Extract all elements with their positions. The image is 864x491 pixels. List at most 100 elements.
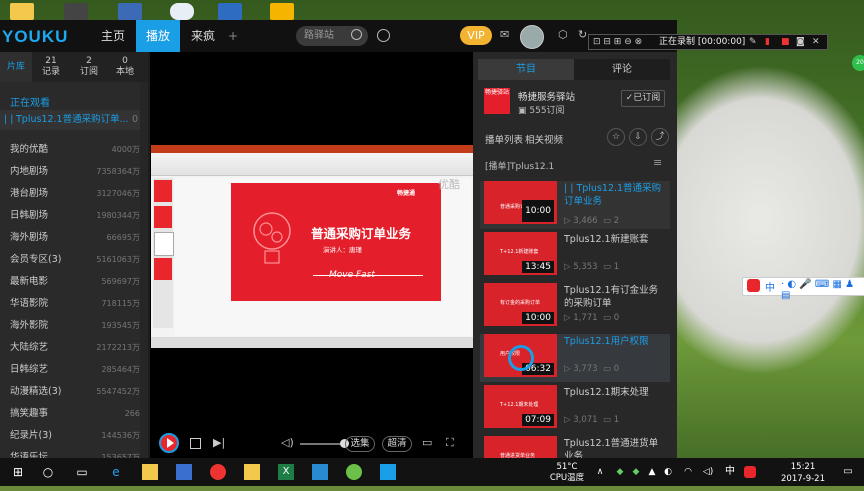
ime-indicator[interactable]: 中: [722, 464, 738, 480]
document-icon[interactable]: [270, 3, 294, 20]
sidebar-item[interactable]: 日韩综艺 285464万: [0, 359, 140, 381]
tab-history[interactable]: 21 记录: [34, 52, 68, 82]
next-button[interactable]: ▶|: [213, 437, 225, 448]
playlist-video-item[interactable]: T+12.1新建账套 13:45 Tplus12.1新建账套 ▷ 5,353 ▭ 1: [480, 232, 670, 280]
tab-library[interactable]: 片库: [0, 52, 32, 82]
tab-local[interactable]: 0 本地: [108, 52, 142, 82]
vip-button[interactable]: VIP: [460, 26, 492, 45]
channel-name[interactable]: 畅捷服务驿站: [518, 89, 575, 103]
ime-tools-icon[interactable]: · ◐ 🎤 ⌨ ▦ ♟ ▤: [781, 279, 864, 301]
clock-time[interactable]: 15:21: [786, 462, 820, 472]
ppt-canvas: 畅捷通 普通采购订单业务 演讲人：唐瑾 Move Fast: [175, 178, 471, 336]
task-view-icon[interactable]: ▭: [74, 464, 90, 480]
app-icon[interactable]: [64, 3, 88, 20]
tab-subscriptions[interactable]: 2 订阅: [72, 52, 106, 82]
mail-icon[interactable]: ✉: [500, 29, 512, 40]
tab-comments[interactable]: 评论: [574, 59, 670, 80]
nav-home[interactable]: 主页: [92, 20, 134, 52]
sidebar-item[interactable]: 大陆综艺 2172213万: [0, 337, 140, 359]
recorder-app-icon[interactable]: [210, 464, 226, 480]
video-player[interactable]: 畅捷通 普通采购订单业务 演讲人：唐瑾 Move Fast 优酷 ▶| ◁) 选…: [150, 52, 473, 458]
excel-icon[interactable]: X: [278, 464, 294, 480]
ime-toolbar[interactable]: 中 · ◐ 🎤 ⌨ ▦ ♟ ▤: [742, 277, 864, 301]
sidebar-item[interactable]: 我的优酷 4000万: [0, 139, 140, 161]
search-input[interactable]: 路驿站: [296, 26, 368, 46]
tab-related[interactable]: 相关视频: [525, 132, 563, 146]
pip-icon[interactable]: ▭: [422, 437, 432, 448]
sogou-icon[interactable]: [747, 279, 760, 292]
clock-date[interactable]: 2017-9-21: [776, 474, 830, 484]
favorite-icon[interactable]: ☆: [607, 128, 625, 146]
search-icon[interactable]: [351, 29, 362, 40]
playlist-menu-icon[interactable]: ≡: [653, 156, 662, 169]
stop-icon[interactable]: ■: [781, 35, 790, 49]
nav-play[interactable]: 播放: [136, 20, 180, 52]
channel-logo[interactable]: 畅捷驿站: [484, 88, 510, 114]
sidebar-item[interactable]: 会员专区(3) 5161063万: [0, 249, 140, 271]
sidebar-scrollbar[interactable]: [140, 82, 148, 458]
share-icon[interactable]: ⤴: [651, 128, 669, 146]
taskbar-app-icon[interactable]: [312, 464, 328, 480]
pen-icon[interactable]: ✎: [749, 35, 757, 49]
tray-app-icon[interactable]: ◆: [612, 464, 628, 480]
sidebar-item[interactable]: 海外影院 193545万: [0, 315, 140, 337]
sidebar-item[interactable]: 纪录片(3) 144536万: [0, 425, 140, 447]
sidebar-item[interactable]: 动漫精选(3) 5547452万: [0, 381, 140, 403]
sidebar-item[interactable]: 最新电影 569697万: [0, 271, 140, 293]
tray-app-icon[interactable]: ◆: [628, 464, 644, 480]
app-icon[interactable]: [118, 3, 142, 20]
volume-tray-icon[interactable]: ◁): [700, 464, 716, 480]
tray-app-icon[interactable]: ◐: [660, 464, 676, 480]
tab-playlist[interactable]: 播单列表: [485, 132, 523, 146]
youku-taskbar-icon[interactable]: [380, 464, 396, 480]
taskbar-app-icon[interactable]: [142, 464, 158, 480]
camera-icon[interactable]: ◙: [796, 35, 805, 49]
playlist-video-item[interactable]: 有订金的采购订单 10:00 Tplus12.1有订金业务的采购订单 ▷ 1,771 …: [480, 283, 670, 331]
explorer-icon[interactable]: [244, 464, 260, 480]
cloud-icon[interactable]: [170, 3, 194, 20]
sidebar-item[interactable]: 华语影院 718115万: [0, 293, 140, 315]
nav-laifeng[interactable]: 来疯: [182, 20, 224, 52]
ime-mode[interactable]: 中: [765, 279, 775, 294]
tray-app-icon[interactable]: ▲: [644, 464, 660, 480]
stop-button[interactable]: [190, 438, 201, 449]
green-badge[interactable]: 20: [852, 55, 864, 71]
wifi-icon[interactable]: ◠: [680, 464, 696, 480]
sogou-tray-icon[interactable]: [744, 466, 756, 478]
chart-app-icon[interactable]: [218, 3, 242, 20]
tray-expand-icon[interactable]: ∧: [592, 464, 608, 480]
quality-button[interactable]: 超清: [382, 436, 412, 452]
volume-slider[interactable]: [300, 443, 342, 445]
sidebar-item[interactable]: 港台剧场 3127046万: [0, 183, 140, 205]
avatar[interactable]: [520, 25, 544, 49]
playlist-video-item[interactable]: 用户权限 06:32 Tplus12.1用户权限 ▷ 3,773 ▭ 0: [480, 334, 670, 382]
episodes-button[interactable]: 选集: [345, 436, 375, 452]
download-icon[interactable]: ⇩: [629, 128, 647, 146]
current-video-item[interactable]: | | Tplus12.1普通采购订单... 0: [0, 110, 148, 130]
history-icon[interactable]: [377, 29, 390, 42]
skin-icon[interactable]: ⬡: [558, 29, 570, 40]
taskbar-app-icon[interactable]: [346, 464, 362, 480]
sidebar-item[interactable]: 海外剧场 66695万: [0, 227, 140, 249]
play-button[interactable]: [159, 433, 179, 453]
fullscreen-icon[interactable]: ⛶: [446, 437, 454, 448]
recorder-controls-icon[interactable]: ⊡ ⊟ ⊞ ⊖ ⊗: [593, 35, 642, 49]
folder-icon[interactable]: [10, 3, 34, 20]
ie-icon[interactable]: e: [108, 464, 124, 480]
taskbar-app-icon[interactable]: [176, 464, 192, 480]
add-tab-button[interactable]: +: [224, 20, 242, 52]
sidebar-item[interactable]: 内地剧场 7358364万: [0, 161, 140, 183]
pause-icon[interactable]: ▮: [765, 35, 770, 49]
cortana-icon[interactable]: ○: [40, 464, 56, 480]
sidebar-item[interactable]: 日韩剧场 1980344万: [0, 205, 140, 227]
playlist-video-item[interactable]: T+12.1期末处理 07:09 Tplus12.1期末处理 ▷ 3,071 ▭ 1: [480, 385, 670, 433]
close-icon[interactable]: ✕: [812, 35, 820, 49]
notification-icon[interactable]: ▭: [840, 464, 856, 480]
playlist-video-item[interactable]: 普通采购订单业务 10:00 | | Tplus12.1普通采购订单业务 ▷ 3,46…: [480, 181, 670, 229]
volume-icon[interactable]: ◁): [281, 437, 294, 448]
windows-start-icon[interactable]: ⊞: [10, 464, 26, 480]
sidebar-item[interactable]: 搞笑趣事 266: [0, 403, 140, 425]
youku-logo[interactable]: YOUKU: [2, 27, 68, 47]
tab-programs[interactable]: 节目: [478, 59, 574, 80]
subscribed-button[interactable]: ✓已订阅: [621, 90, 665, 107]
